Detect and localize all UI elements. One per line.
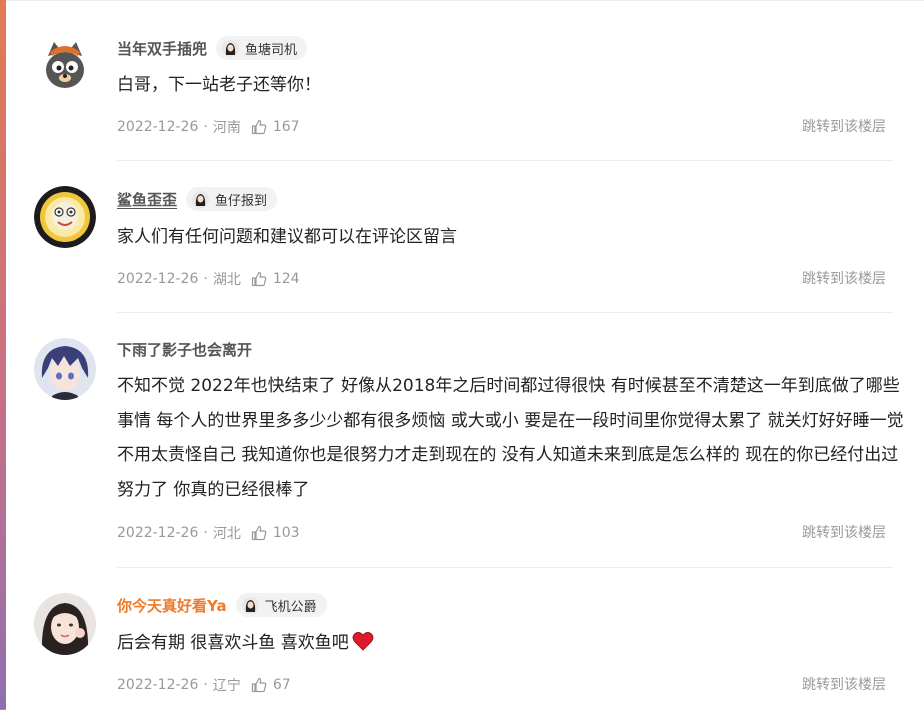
fan-badge[interactable]: 鱼仔报到 bbox=[186, 187, 278, 211]
comment-text: 白哥，下一站老子还等你！ bbox=[117, 75, 321, 95]
jump-to-floor-link[interactable]: 跳转到该楼层 bbox=[802, 117, 886, 137]
thumbs-up-icon[interactable] bbox=[251, 677, 267, 693]
like-count: 167 bbox=[272, 119, 300, 135]
comment-header: 你今天真好看Ya 飞机公爵 bbox=[117, 593, 327, 617]
thumbs-up-icon[interactable] bbox=[251, 525, 267, 541]
avatar-anime-boy-icon bbox=[34, 338, 96, 400]
comment-location: 河北 bbox=[212, 526, 241, 542]
avatar-raccoon-icon bbox=[34, 34, 96, 96]
comment-header: 当年双手插兜 鱼塘司机 bbox=[117, 36, 308, 60]
like-count: 124 bbox=[272, 271, 300, 287]
comment-date: 2022-12-26 bbox=[117, 677, 199, 693]
like-count: 103 bbox=[272, 525, 300, 541]
heart-icon bbox=[352, 632, 374, 651]
meta-separator: · bbox=[203, 271, 208, 287]
meta-separator: · bbox=[203, 119, 208, 135]
comment-divider bbox=[117, 312, 893, 313]
meta-separator: · bbox=[203, 677, 208, 693]
comment-date: 2022-12-26 bbox=[117, 119, 199, 135]
comment-text: 家人们有任何问题和建议都可以在评论区留言 bbox=[117, 227, 457, 247]
username[interactable]: 鲨鱼歪歪 bbox=[117, 189, 177, 210]
comment-meta: 2022-12-26 · 河北 103 bbox=[117, 523, 300, 543]
badge-label: 鱼塘司机 bbox=[245, 42, 298, 58]
avatar[interactable] bbox=[34, 34, 96, 96]
comment-date: 2022-12-26 bbox=[117, 271, 199, 287]
comment-location: 河南 bbox=[212, 120, 241, 136]
comment-date: 2022-12-26 bbox=[117, 525, 199, 541]
fan-badge[interactable]: 飞机公爵 bbox=[235, 593, 327, 617]
badge-label: 鱼仔报到 bbox=[215, 193, 268, 209]
avatar[interactable] bbox=[34, 593, 96, 655]
username[interactable]: 你今天真好看Ya bbox=[117, 595, 227, 616]
avatar[interactable] bbox=[34, 338, 96, 400]
comment-text-content: 后会有期 很喜欢斗鱼 喜欢鱼吧 bbox=[117, 633, 349, 653]
comment-text: 不知不觉 2022年也快结束了 好像从2018年之后时间都过得很快 有时候甚至不… bbox=[117, 376, 904, 500]
avatar[interactable] bbox=[34, 186, 96, 248]
comment-location: 湖北 bbox=[212, 272, 241, 288]
jump-to-floor-link[interactable]: 跳转到该楼层 bbox=[802, 675, 886, 695]
comment-text: 后会有期 很喜欢斗鱼 喜欢鱼吧 bbox=[117, 626, 907, 661]
username[interactable]: 下雨了影子也会离开 bbox=[117, 339, 252, 360]
badge-avatar-icon bbox=[222, 39, 240, 57]
meta-separator: · bbox=[203, 525, 208, 541]
comment-divider bbox=[117, 567, 893, 568]
like-count: 67 bbox=[272, 677, 291, 693]
comment-header: 下雨了影子也会离开 bbox=[117, 337, 252, 361]
badge-avatar-icon bbox=[192, 190, 210, 208]
thumbs-up-icon[interactable] bbox=[251, 119, 267, 135]
username[interactable]: 当年双手插兜 bbox=[117, 38, 207, 59]
thumbs-up-icon[interactable] bbox=[251, 271, 267, 287]
comment-meta: 2022-12-26 · 湖北 124 bbox=[117, 269, 300, 289]
avatar-shark-badge-icon bbox=[34, 186, 96, 248]
comment-meta: 2022-12-26 · 河南 167 bbox=[117, 117, 300, 137]
comment-panel: 当年双手插兜 鱼塘司机 白哥，下一站老子还等你！ 2022-12-26 · 河南… bbox=[6, 0, 924, 710]
comment-header: 鲨鱼歪歪 鱼仔报到 bbox=[117, 187, 278, 211]
badge-label: 飞机公爵 bbox=[264, 599, 317, 615]
jump-to-floor-link[interactable]: 跳转到该楼层 bbox=[802, 269, 886, 289]
badge-avatar-icon bbox=[241, 596, 259, 614]
avatar-girl-photo-icon bbox=[34, 593, 96, 655]
comment-divider bbox=[117, 160, 893, 161]
comment-meta: 2022-12-26 · 辽宁 67 bbox=[117, 675, 291, 695]
jump-to-floor-link[interactable]: 跳转到该楼层 bbox=[802, 523, 886, 543]
fan-badge[interactable]: 鱼塘司机 bbox=[216, 36, 308, 60]
comment-location: 辽宁 bbox=[212, 678, 241, 694]
